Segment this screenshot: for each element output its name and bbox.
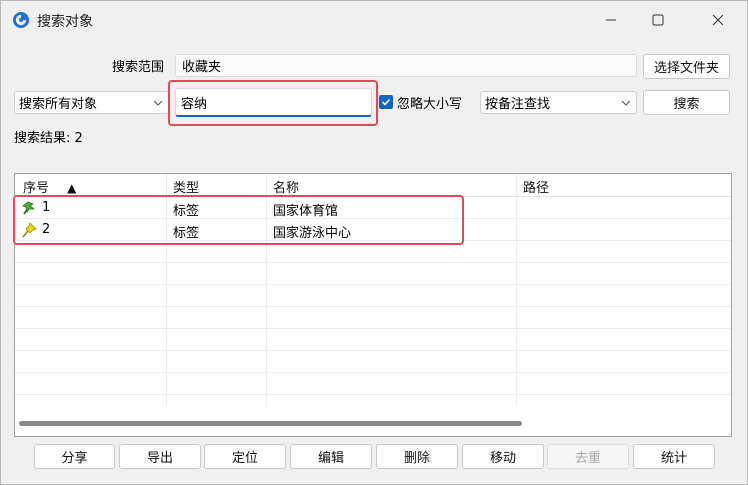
minimize-button[interactable] bbox=[588, 1, 634, 39]
edit-button[interactable]: 编辑 bbox=[290, 444, 372, 469]
chevron-down-icon bbox=[621, 100, 631, 106]
title-bar: 搜索对象 bbox=[1, 1, 748, 39]
stats-button[interactable]: 统计 bbox=[633, 444, 715, 469]
column-header-index[interactable]: 序号 ▲ bbox=[23, 177, 76, 196]
row-divider bbox=[15, 394, 731, 395]
result-label: 搜索结果: bbox=[14, 131, 71, 146]
row-divider bbox=[15, 372, 731, 373]
row-divider bbox=[15, 328, 731, 329]
checkmark-icon bbox=[381, 98, 391, 106]
export-button[interactable]: 导出 bbox=[119, 444, 201, 469]
column-header-name[interactable]: 名称 bbox=[273, 177, 299, 196]
maximize-icon bbox=[652, 14, 664, 26]
close-button[interactable] bbox=[695, 1, 741, 39]
scope-value: 收藏夹 bbox=[182, 60, 222, 75]
maximize-button[interactable] bbox=[635, 1, 681, 39]
sort-ascending-icon: ▲ bbox=[67, 181, 77, 195]
search-query-input[interactable]: 容纳 bbox=[175, 88, 372, 117]
search-mode-value: 按备注查找 bbox=[485, 97, 551, 112]
delete-button[interactable]: 删除 bbox=[376, 444, 458, 469]
scope-label: 搜索范围 bbox=[112, 60, 165, 75]
column-header-path[interactable]: 路径 bbox=[523, 177, 549, 196]
dedupe-button[interactable]: 去重 bbox=[547, 444, 629, 469]
object-filter-select[interactable]: 搜索所有对象 bbox=[14, 91, 169, 114]
choose-folder-button[interactable]: 选择文件夹 bbox=[643, 54, 730, 79]
share-button[interactable]: 分享 bbox=[34, 444, 115, 469]
close-icon bbox=[712, 14, 724, 26]
search-button[interactable]: 搜索 bbox=[643, 90, 730, 115]
row-divider bbox=[15, 284, 731, 285]
search-mode-select[interactable]: 按备注查找 bbox=[480, 91, 637, 114]
results-highlight-box bbox=[13, 195, 464, 245]
ignore-case-checkbox[interactable] bbox=[379, 95, 393, 109]
search-objects-window: 搜索对象 搜索范围 收藏夹 选择文件夹 搜索所有对象 容纳 忽略大小写 按备注查… bbox=[0, 0, 748, 485]
row-divider bbox=[15, 350, 731, 351]
row-divider bbox=[15, 306, 731, 307]
locate-button[interactable]: 定位 bbox=[204, 444, 286, 469]
row-divider bbox=[15, 262, 731, 263]
ignore-case-label[interactable]: 忽略大小写 bbox=[397, 93, 462, 112]
chevron-down-icon bbox=[153, 100, 163, 106]
result-summary: 搜索结果: 2 bbox=[14, 127, 83, 146]
result-count: 2 bbox=[74, 131, 83, 146]
horizontal-scrollbar-thumb[interactable] bbox=[19, 421, 522, 426]
scope-field: 收藏夹 bbox=[175, 54, 637, 77]
object-filter-value: 搜索所有对象 bbox=[19, 97, 98, 112]
move-button[interactable]: 移动 bbox=[462, 444, 544, 469]
column-header-type[interactable]: 类型 bbox=[173, 177, 199, 196]
column-header-index-label: 序号 bbox=[23, 181, 50, 196]
search-query-text: 容纳 bbox=[181, 96, 208, 112]
window-title: 搜索对象 bbox=[37, 14, 93, 30]
app-logo-icon bbox=[13, 12, 29, 28]
minimize-icon bbox=[606, 19, 616, 21]
